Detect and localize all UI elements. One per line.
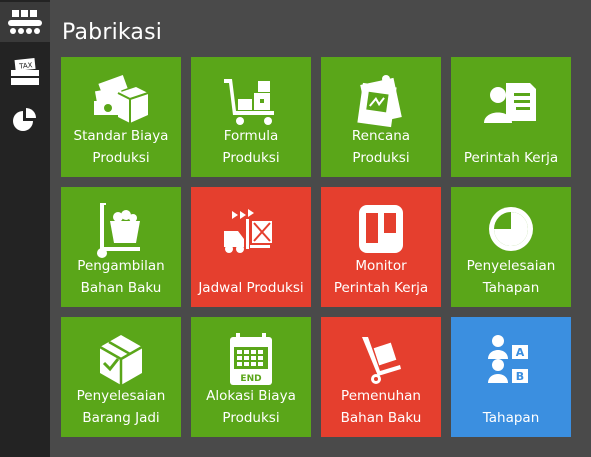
tile-penyelesaian-barang-jadi[interactable]: Penyelesaian Barang Jadi	[61, 317, 181, 437]
sidebar-item-tax[interactable]: TAX	[0, 52, 50, 92]
stage-letter-a: A	[516, 346, 525, 359]
pinned-plan-icon	[357, 75, 402, 128]
tax-icon: TAX	[11, 57, 39, 85]
dolly-icon	[362, 337, 401, 384]
stage-letter-b: B	[516, 370, 524, 383]
tile-label: Jadwal Produksi	[198, 280, 304, 296]
tile-standar-biaya-produksi[interactable]: Standar Biaya Produksi	[61, 57, 181, 177]
tile-perintah-kerja[interactable]: Perintah Kerja	[451, 57, 571, 177]
tile-label: Penyelesaian Barang Jadi	[76, 388, 166, 426]
sidebar-item-report[interactable]	[0, 100, 50, 140]
progress-clock-icon	[489, 207, 533, 251]
tile-label: Penyelesaian Tahapan	[466, 258, 556, 296]
main-panel: Pabrikasi Standar Biaya Produksi Formula…	[50, 0, 591, 457]
tile-label: Rencana Produksi	[351, 128, 411, 166]
factory-icon	[8, 10, 42, 34]
tile-rencana-produksi[interactable]: Rencana Produksi	[321, 57, 441, 177]
forklift-icon	[224, 209, 272, 253]
stages-ab-icon: A B	[488, 335, 528, 383]
kanban-board-icon	[359, 205, 403, 253]
tile-label: Tahapan	[482, 410, 540, 426]
tile-label: Monitor Perintah Kerja	[333, 258, 429, 296]
tile-formula-produksi[interactable]: Formula Produksi	[191, 57, 311, 177]
end-badge: END	[240, 374, 261, 384]
id-card-icon	[484, 83, 536, 123]
tile-label: Formula Produksi	[222, 128, 280, 166]
calendar-end-icon: END	[230, 333, 272, 385]
tile-jadwal-produksi[interactable]: Jadwal Produksi	[191, 187, 311, 307]
tile-monitor-perintah-kerja[interactable]: Monitor Perintah Kerja	[321, 187, 441, 307]
pie-chart-icon	[13, 108, 36, 131]
tile-alokasi-biaya-produksi[interactable]: END Alokasi Biaya Produksi	[191, 317, 311, 437]
sidebar: TAX	[0, 0, 50, 457]
hand-truck-icon	[97, 203, 140, 258]
money-box-icon	[94, 74, 149, 123]
cart-boxes-icon	[224, 79, 274, 125]
finished-box-icon	[99, 335, 143, 385]
page-title: Pabrikasi	[62, 20, 163, 45]
tile-pemenuhan-bahan-baku[interactable]: Pemenuhan Bahan Baku	[321, 317, 441, 437]
tile-label: Pemenuhan Bahan Baku	[340, 388, 422, 426]
tile-pengambilan-bahan-baku[interactable]: Pengambilan Bahan Baku	[61, 187, 181, 307]
tile-penyelesaian-tahapan[interactable]: Penyelesaian Tahapan	[451, 187, 571, 307]
tile-label: Pengambilan Bahan Baku	[77, 258, 165, 296]
sidebar-item-pabrikasi[interactable]	[0, 2, 50, 42]
svg-text:TAX: TAX	[18, 61, 33, 70]
tile-label: Perintah Kerja	[463, 150, 559, 166]
tile-tahapan[interactable]: A B Tahapan	[451, 317, 571, 437]
tile-label: Alokasi Biaya Produksi	[206, 388, 296, 426]
tile-label: Standar Biaya Produksi	[73, 128, 169, 166]
